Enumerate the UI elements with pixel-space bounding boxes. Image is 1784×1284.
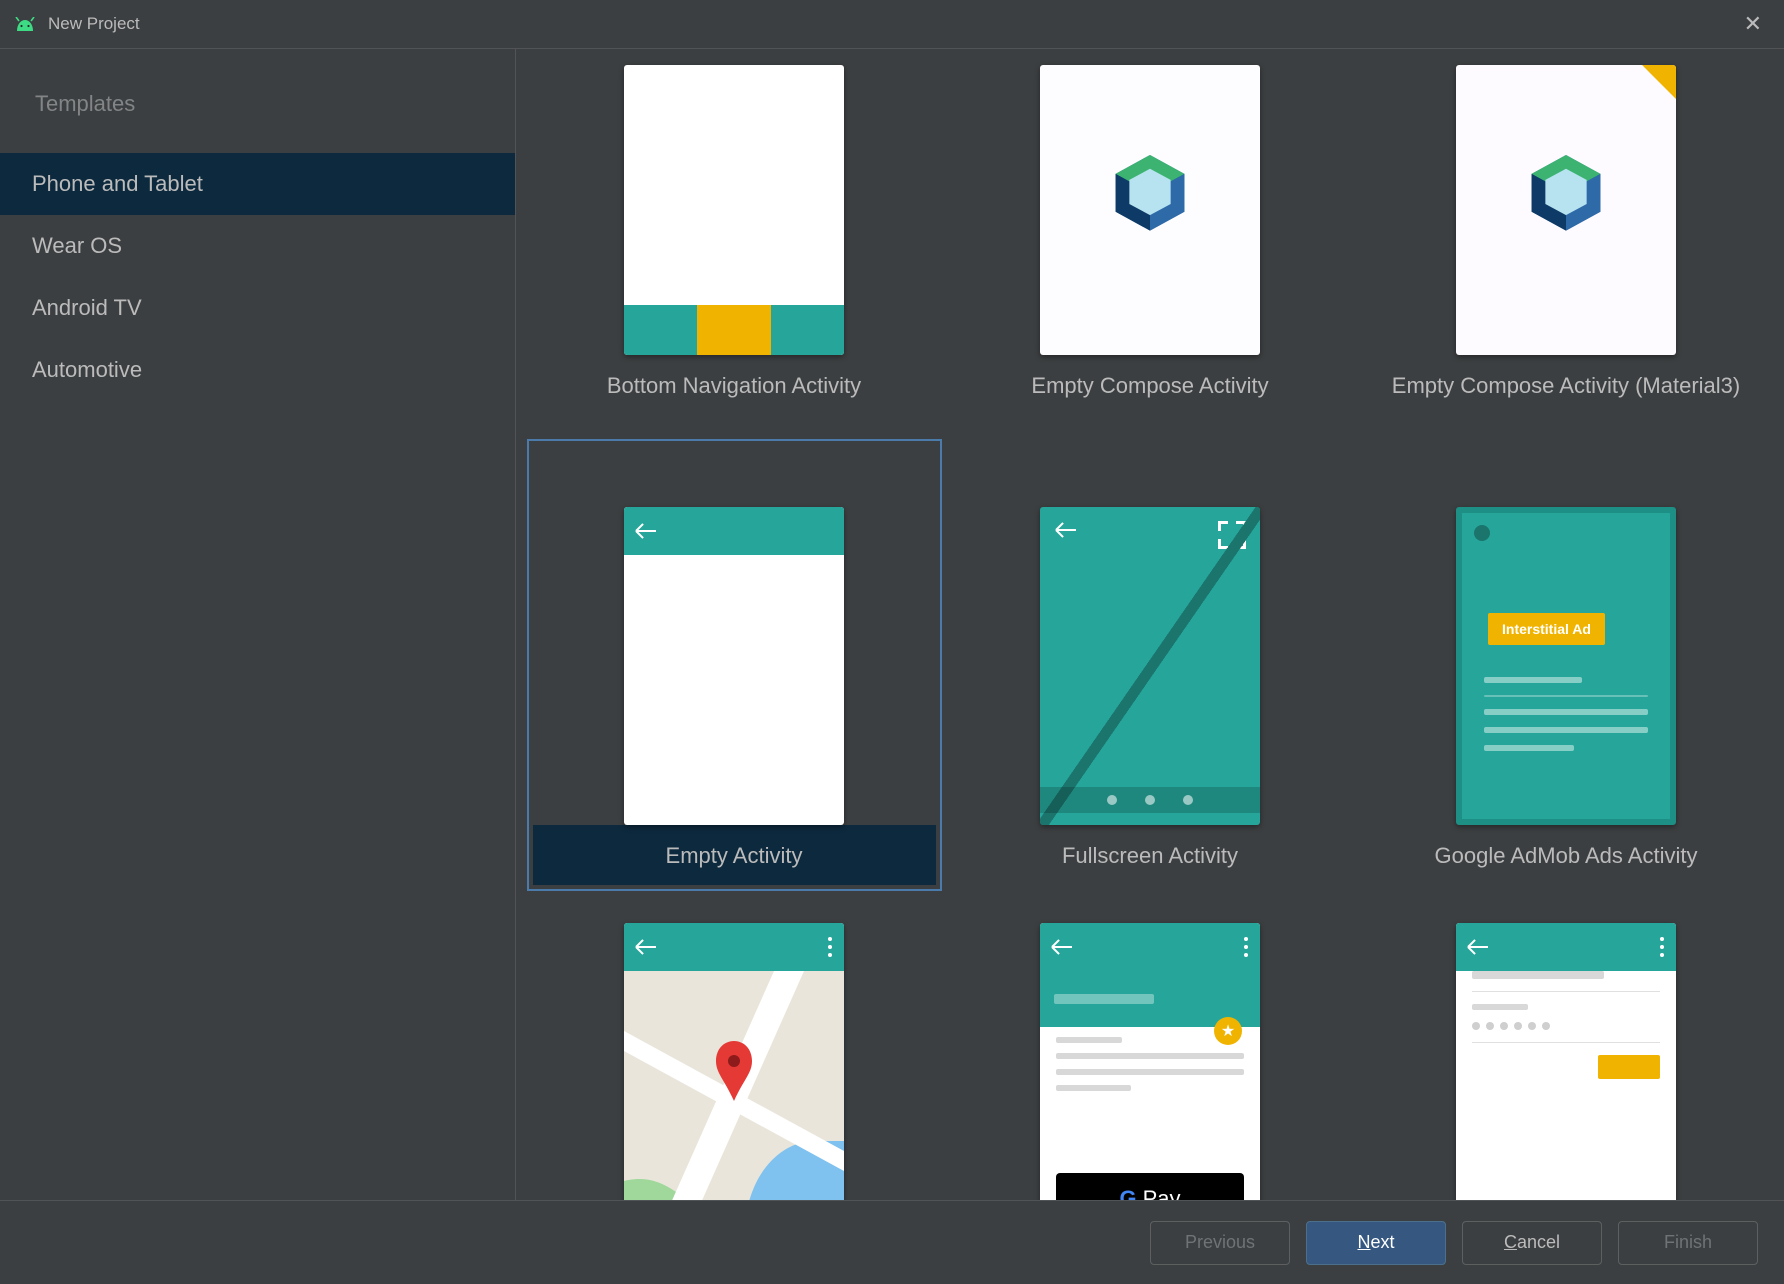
sidebar-item-automotive[interactable]: Automotive	[0, 339, 515, 401]
material3-badge-icon	[1642, 65, 1676, 99]
overflow-menu-icon	[1660, 937, 1664, 957]
android-icon	[14, 17, 36, 31]
placeholder-lines-icon	[1484, 677, 1648, 751]
wizard-footer: Previous Next Cancel Finish	[0, 1200, 1784, 1284]
map-preview-icon	[624, 971, 844, 1200]
sidebar-item-label: Android TV	[32, 295, 142, 320]
cancel-button[interactable]: Cancel	[1462, 1221, 1602, 1265]
window-title: New Project	[48, 14, 140, 34]
submit-chip-icon	[1598, 1055, 1660, 1079]
google-pay-button-icon: G Pay	[1056, 1173, 1244, 1200]
template-label: Fullscreen Activity	[949, 825, 1352, 885]
button-label: Cancel	[1504, 1232, 1560, 1253]
template-google-maps-activity[interactable]	[527, 909, 942, 1200]
template-thumbnail: ★ G Pay	[1040, 923, 1260, 1200]
previous-button[interactable]: Previous	[1150, 1221, 1290, 1265]
interstitial-ad-badge: Interstitial Ad	[1488, 613, 1605, 645]
template-empty-compose-activity-material3[interactable]: Empty Compose Activity (Material3)	[1359, 49, 1774, 421]
template-label: Empty Compose Activity (Material3)	[1365, 355, 1768, 415]
appbar-icon	[624, 923, 844, 971]
button-label: Previous	[1185, 1232, 1255, 1253]
button-label: Finish	[1664, 1232, 1712, 1253]
gpay-text: Pay	[1143, 1186, 1181, 1200]
overflow-menu-icon	[828, 937, 832, 957]
template-label: Empty Compose Activity	[949, 355, 1352, 415]
pager-dots-icon	[1040, 787, 1260, 813]
overflow-menu-icon	[1244, 937, 1248, 957]
appbar-icon	[1040, 923, 1260, 971]
appbar-icon	[624, 507, 844, 555]
form-preview-icon	[1472, 971, 1660, 1200]
template-bottom-navigation-activity[interactable]: Bottom Navigation Activity	[527, 49, 942, 421]
template-thumbnail	[1456, 923, 1676, 1200]
sidebar-item-label: Automotive	[32, 357, 142, 382]
status-dot-icon	[1474, 525, 1490, 541]
bottom-nav-icon	[624, 305, 844, 355]
next-button[interactable]: Next	[1306, 1221, 1446, 1265]
sidebar-item-wear-os[interactable]: Wear OS	[0, 215, 515, 277]
finish-button[interactable]: Finish	[1618, 1221, 1758, 1265]
template-empty-compose-activity[interactable]: Empty Compose Activity	[943, 49, 1358, 421]
close-icon[interactable]: ✕	[1736, 9, 1770, 39]
template-google-admob-ads-activity[interactable]: Interstitial Ad Google AdMob Ads Activit…	[1359, 439, 1774, 891]
template-thumbnail	[624, 65, 844, 355]
template-thumbnail	[1040, 507, 1260, 825]
template-thumbnail	[624, 923, 844, 1200]
template-fullscreen-activity[interactable]: Fullscreen Activity	[943, 439, 1358, 891]
template-empty-activity[interactable]: Empty Activity	[527, 439, 942, 891]
template-label: Empty Activity	[533, 825, 936, 885]
titlebar: New Project ✕	[0, 0, 1784, 49]
template-thumbnail	[1456, 65, 1676, 355]
diagonal-divider-icon	[1040, 507, 1260, 825]
sidebar-heading: Templates	[0, 91, 515, 153]
template-thumbnail	[624, 507, 844, 825]
sidebar-item-android-tv[interactable]: Android TV	[0, 277, 515, 339]
sidebar-item-phone-tablet[interactable]: Phone and Tablet	[0, 153, 515, 215]
template-thumbnail: Interstitial Ad	[1456, 507, 1676, 825]
template-thumbnail	[1040, 65, 1260, 355]
template-login-activity[interactable]	[1359, 909, 1774, 1200]
back-arrow-icon	[636, 946, 656, 948]
sidebar-item-label: Wear OS	[32, 233, 122, 258]
compose-hex-icon	[1523, 150, 1609, 236]
sidebar-item-label: Phone and Tablet	[32, 171, 203, 196]
button-label: Next	[1357, 1232, 1394, 1253]
template-label: Google AdMob Ads Activity	[1365, 825, 1768, 885]
appbar-icon	[1456, 923, 1676, 971]
back-arrow-icon	[636, 530, 656, 532]
back-arrow-icon	[1052, 946, 1072, 948]
back-arrow-icon	[1468, 946, 1488, 948]
template-gallery: Bottom Navigation Activity	[516, 49, 1784, 1200]
new-project-wizard: New Project ✕ Templates Phone and Tablet…	[0, 0, 1784, 1284]
template-categories-sidebar: Templates Phone and Tablet Wear OS Andro…	[0, 49, 516, 1200]
template-label: Bottom Navigation Activity	[533, 355, 936, 415]
compose-hex-icon	[1107, 150, 1193, 236]
template-google-pay-activity[interactable]: ★ G Pay	[943, 909, 1358, 1200]
